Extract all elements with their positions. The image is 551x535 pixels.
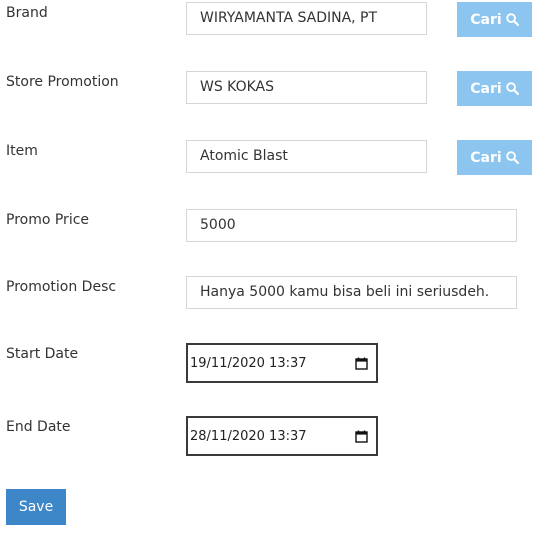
search-icon bbox=[505, 151, 519, 164]
store-promotion-label: Store Promotion bbox=[6, 74, 119, 90]
item-label: Item bbox=[6, 143, 38, 159]
end-date-label: End Date bbox=[6, 419, 71, 435]
end-date-field[interactable]: 28/11/2020 13:37 bbox=[186, 416, 378, 456]
save-button-label: Save bbox=[18, 499, 54, 515]
calendar-icon[interactable] bbox=[355, 430, 368, 443]
cari-label: Cari bbox=[470, 80, 502, 97]
item-field[interactable]: Atomic Blast bbox=[186, 140, 427, 173]
brand-search-button[interactable]: Cari bbox=[457, 2, 532, 37]
save-button[interactable]: Save bbox=[6, 489, 66, 525]
brand-label: Brand bbox=[6, 5, 48, 21]
promotion-desc-field[interactable]: Hanya 5000 kamu bisa beli ini seriusdeh. bbox=[186, 276, 517, 309]
end-date-value: 28/11/2020 13:37 bbox=[190, 428, 307, 444]
search-icon bbox=[505, 82, 519, 95]
cari-label: Cari bbox=[470, 149, 502, 166]
start-date-field[interactable]: 19/11/2020 13:37 bbox=[186, 343, 378, 383]
promo-price-label: Promo Price bbox=[6, 212, 90, 228]
calendar-icon[interactable] bbox=[355, 357, 368, 370]
store-promotion-field[interactable]: WS KOKAS bbox=[186, 71, 427, 104]
promo-price-field[interactable]: 5000 bbox=[186, 209, 517, 242]
start-date-value: 19/11/2020 13:37 bbox=[190, 355, 307, 371]
search-icon bbox=[505, 13, 519, 26]
item-search-button[interactable]: Cari bbox=[457, 140, 532, 175]
brand-field[interactable]: WIRYAMANTA SADINA, PT bbox=[186, 2, 427, 35]
promotion-desc-label: Promotion Desc bbox=[6, 279, 117, 295]
cari-label: Cari bbox=[470, 11, 502, 28]
store-promotion-search-button[interactable]: Cari bbox=[457, 71, 532, 106]
start-date-label: Start Date bbox=[6, 346, 79, 362]
